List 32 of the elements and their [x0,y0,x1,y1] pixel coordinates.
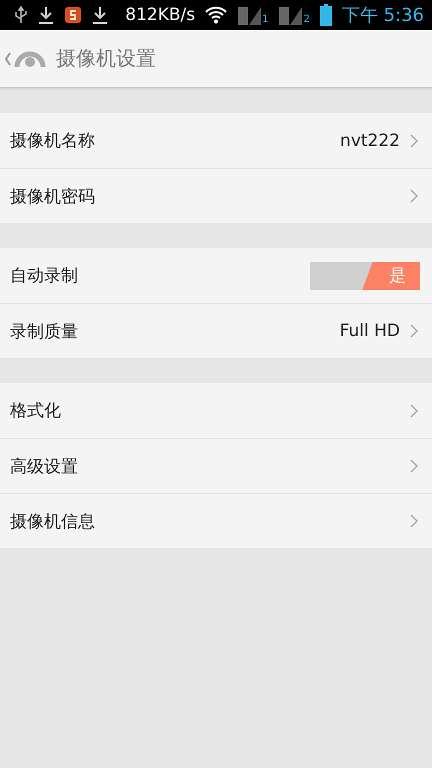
back-chevron-icon [4,52,12,66]
wifi-icon [205,6,228,24]
toggle-switch[interactable]: 是 [310,262,420,290]
setting-label: 摄像机名称 [10,130,96,152]
setting-label: 录制质量 [10,320,79,342]
setting-label: 自动录制 [10,265,79,287]
usb-icon [14,6,28,24]
page-title: 摄像机设置 [56,45,156,72]
download-icon [92,6,108,24]
chevron-right-icon [410,134,418,148]
download-icon [38,6,54,24]
no-signal-icon [237,5,262,25]
network-speed: 812KB/s [125,5,196,25]
app-icon [64,6,82,24]
clock: 下午 5:36 [342,4,424,27]
setting-label: 摄像机密码 [10,186,96,208]
no-signal-icon [278,5,302,25]
chevron-right-icon [410,404,418,418]
chevron-right-icon [410,459,418,473]
chevron-right-icon [410,514,418,528]
setting-label: 摄像机信息 [10,510,96,532]
battery-icon [320,4,332,26]
back-button[interactable] [4,50,46,66]
setting-value: nvt222 [340,130,400,150]
sim-slot-number: 2 [303,15,310,25]
setting-label: 高级设置 [10,456,79,478]
camera-logo-icon [14,50,46,66]
setting-label: 格式化 [10,400,62,422]
chevron-right-icon [410,189,418,203]
sim-slot-number: 1 [262,15,268,25]
setting-value: Full HD [340,321,400,341]
chevron-right-icon [410,324,418,338]
